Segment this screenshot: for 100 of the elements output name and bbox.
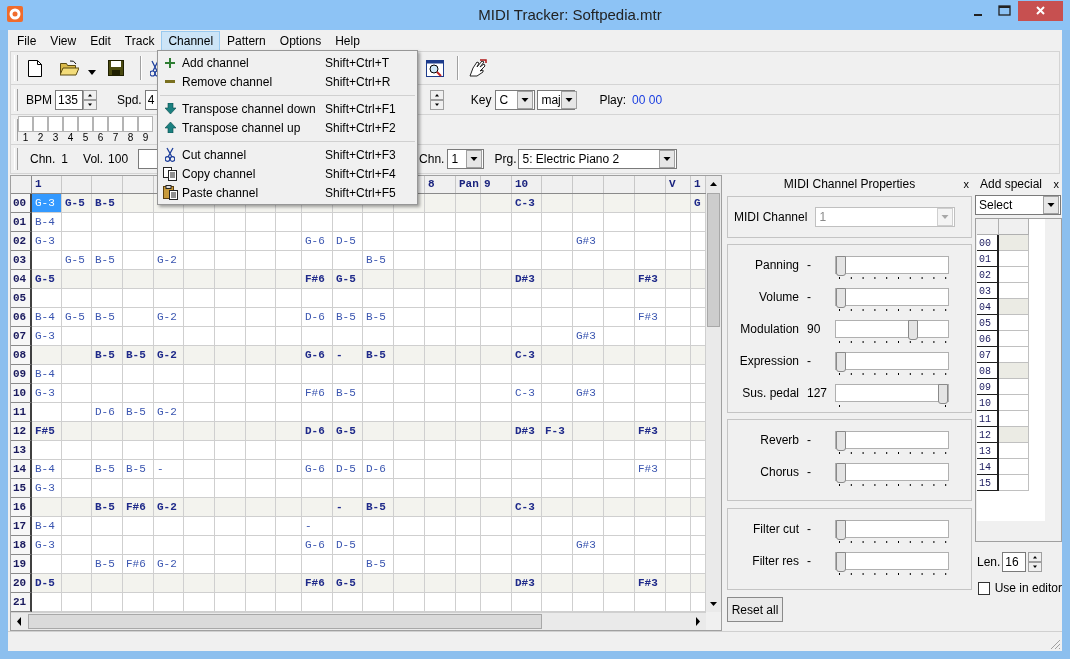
slider[interactable] <box>835 384 949 402</box>
slider[interactable] <box>835 463 949 481</box>
play-position: 00 00 <box>632 91 663 109</box>
hand-icon[interactable] <box>468 59 487 77</box>
slider[interactable] <box>835 431 949 449</box>
channel-toggle[interactable] <box>33 116 48 132</box>
channel-toggle[interactable] <box>78 116 93 132</box>
row-number: 07 <box>977 347 999 363</box>
channel-number: 6 <box>97 132 104 143</box>
slider-value: - <box>806 289 812 306</box>
row-number: 01 <box>977 251 999 267</box>
slider-thumb[interactable] <box>836 552 846 572</box>
channel-toggle[interactable] <box>18 116 33 132</box>
dropdown[interactable]: Select <box>975 195 1061 215</box>
slider-label: Volume <box>757 289 799 306</box>
shortcut-label: Shift+Ctrl+R <box>325 73 392 91</box>
menu[interactable]: Pattern <box>220 30 273 51</box>
row-number: 06 <box>11 308 32 327</box>
up-arrow-icon <box>164 122 176 133</box>
menu-item[interactable]: Remove channel <box>182 72 273 91</box>
input-field[interactable]: 135 <box>55 89 83 110</box>
app-icon[interactable] <box>6 5 24 23</box>
reset-button[interactable]: Reset all <box>727 597 783 622</box>
slider-thumb[interactable] <box>836 431 846 451</box>
field-label: Prg. <box>494 151 517 168</box>
close-button[interactable]: x <box>1053 176 1059 193</box>
column-header[interactable]: 10 <box>512 176 542 193</box>
scissors-icon <box>165 147 175 162</box>
column-header[interactable]: 8 <box>425 176 456 193</box>
channel-toggle[interactable] <box>93 116 108 132</box>
channel-toggle[interactable] <box>108 116 123 132</box>
column-header[interactable]: 9 <box>481 176 512 193</box>
row-number: 07 <box>11 327 32 346</box>
menu[interactable]: Options <box>272 30 329 51</box>
menu-item[interactable]: Transpose channel up <box>182 118 301 137</box>
slider[interactable] <box>835 352 949 370</box>
new-file-icon[interactable] <box>28 59 42 77</box>
scroll-thumb[interactable] <box>707 193 720 327</box>
menu[interactable]: Help <box>328 30 367 51</box>
close-button[interactable]: x <box>963 176 969 193</box>
menu[interactable]: Edit <box>83 30 118 51</box>
menu[interactable]: File <box>10 30 44 51</box>
field-label: Len. <box>977 554 1001 571</box>
slider-thumb[interactable] <box>836 520 846 540</box>
slider[interactable] <box>835 320 949 338</box>
slider[interactable] <box>835 256 949 274</box>
find-window-icon[interactable] <box>426 59 444 77</box>
slider-thumb[interactable] <box>836 256 846 276</box>
maximize-button[interactable] <box>998 5 1012 17</box>
slider-thumb[interactable] <box>836 352 846 372</box>
shortcut-label: Shift+Ctrl+T <box>325 54 391 72</box>
dropdown[interactable]: C <box>495 89 536 110</box>
menu-item[interactable]: Copy channel <box>182 164 256 183</box>
slider[interactable] <box>835 288 949 306</box>
menu-item[interactable]: Transpose channel down <box>182 99 316 118</box>
column-header[interactable]: V <box>666 176 691 193</box>
slider-thumb[interactable] <box>938 384 948 404</box>
menu[interactable]: Track <box>117 30 162 51</box>
row-number: 18 <box>11 536 32 555</box>
menu[interactable]: View <box>43 30 84 51</box>
slider-thumb[interactable] <box>908 320 918 340</box>
menu-item[interactable]: Paste channel <box>182 183 259 202</box>
slider[interactable] <box>835 520 949 538</box>
channel-toggle[interactable] <box>138 116 153 132</box>
dropdown[interactable]: 5: Electric Piano 2 <box>518 149 678 169</box>
close-button[interactable] <box>1018 1 1063 21</box>
channel-toggle[interactable] <box>123 116 138 132</box>
caret-icon[interactable] <box>88 69 96 75</box>
row-number: 13 <box>977 443 999 459</box>
spinner[interactable] <box>429 89 444 110</box>
menu[interactable]: Channel <box>161 30 221 51</box>
slider-value: 127 <box>806 385 829 402</box>
panel-title: Add special <box>980 176 1043 193</box>
dropdown[interactable]: maj <box>537 89 576 110</box>
checkbox-label: Use in editor <box>994 580 1062 597</box>
input-field[interactable]: 16 <box>1002 552 1027 572</box>
channel-toggle[interactable] <box>63 116 78 132</box>
scroll-thumb[interactable] <box>28 614 542 629</box>
horizontal-scrollbar[interactable] <box>11 612 706 630</box>
checkbox[interactable] <box>978 581 990 595</box>
row-number: 05 <box>11 289 32 308</box>
row-number: 08 <box>977 363 999 379</box>
channel-toggle[interactable] <box>48 116 63 132</box>
menu-item[interactable]: Cut channel <box>182 145 247 164</box>
resize-grip-icon[interactable] <box>1049 638 1061 650</box>
open-folder-icon[interactable] <box>60 60 79 76</box>
dropdown[interactable]: 1 <box>447 149 485 169</box>
column-header[interactable]: 1 <box>32 176 62 193</box>
row-number: 03 <box>977 283 999 299</box>
row-number: 12 <box>977 427 999 443</box>
save-icon[interactable] <box>108 60 124 76</box>
volume-value: 100 <box>108 151 129 168</box>
row-number: 11 <box>11 403 32 422</box>
spinner[interactable] <box>1028 552 1043 572</box>
slider-thumb[interactable] <box>836 288 846 308</box>
slider[interactable] <box>835 552 949 570</box>
spinner[interactable] <box>83 89 97 110</box>
menu-item[interactable]: Add channel <box>182 53 249 72</box>
column-header[interactable]: Pan <box>456 176 481 193</box>
slider-thumb[interactable] <box>836 463 846 483</box>
